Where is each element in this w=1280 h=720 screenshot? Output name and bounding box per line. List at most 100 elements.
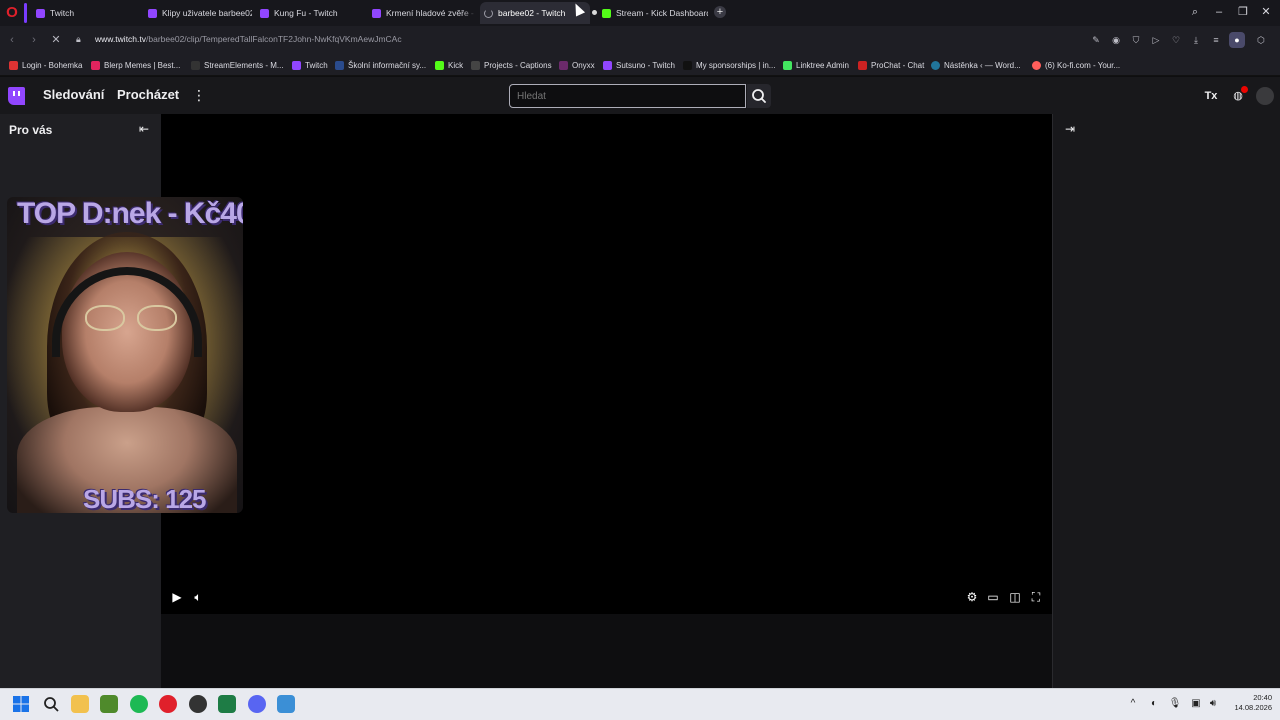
url-field[interactable]: www.twitch.tv/barbee02/clip/TemperedTall…	[95, 34, 402, 44]
bookmark-item[interactable]: Kick	[435, 59, 463, 71]
bookmark-favicon-icon	[1032, 60, 1041, 70]
forward-icon[interactable]: ›	[27, 33, 41, 47]
bookmark-item[interactable]: Školní informační sy...	[335, 59, 426, 71]
address-bar-row: ‹ › ✕ 🔒︎ www.twitch.tv/barbee02/clip/Tem…	[0, 26, 1280, 54]
bookmark-label: Login - Bohemka	[22, 60, 83, 70]
translate-icon[interactable]: Tx	[1203, 88, 1219, 104]
bookmark-item[interactable]: Twitch	[292, 59, 328, 71]
notification-badge	[1241, 86, 1248, 93]
sidebar-toggle-icon[interactable]: ◫	[1008, 590, 1022, 604]
avatar[interactable]	[1256, 87, 1274, 105]
minimize-icon[interactable]: –	[1212, 5, 1226, 19]
profile-icon[interactable]: ●	[1229, 32, 1245, 48]
twitch-logo-icon[interactable]	[8, 87, 25, 105]
heart-icon[interactable]: ♡	[1170, 34, 1182, 46]
bookmark-item[interactable]: (6) Ko-fi.com - Your...	[1032, 59, 1120, 71]
bookmark-label: My sponsorships | in...	[696, 60, 776, 70]
camera-icon[interactable]: ◉	[1110, 34, 1122, 46]
expand-panel-icon[interactable]: ⇥	[1063, 122, 1077, 136]
audio-indicator-icon	[592, 10, 597, 15]
bookmark-item[interactable]: Onyxx	[559, 59, 595, 71]
discord-icon[interactable]	[248, 695, 266, 713]
volume-icon[interactable]: 🔈︎	[191, 590, 205, 604]
bookmark-item[interactable]: Linktree Admin	[783, 59, 849, 71]
twitch-icon	[372, 8, 381, 18]
volume-icon[interactable]: 🔊︎	[1206, 697, 1220, 711]
tab-title: Kung Fu - Twitch	[274, 8, 338, 18]
minecraft-icon[interactable]	[100, 695, 118, 713]
tab-clips[interactable]: Klipy uživatele barbee02	[144, 2, 252, 24]
bookmark-item[interactable]: Sutsuno - Twitch	[603, 59, 675, 71]
play-icon[interactable]: ▷	[1150, 34, 1162, 46]
tab-twitch[interactable]: Twitch	[32, 2, 140, 24]
collapse-sidebar-icon[interactable]: ⇤	[137, 122, 151, 136]
bookmark-favicon-icon	[603, 60, 612, 70]
bookmark-item[interactable]: Nástěnka ‹ — Word...	[931, 59, 1021, 71]
restore-icon[interactable]: ❐	[1236, 5, 1250, 19]
fullscreen-icon[interactable]: ⛶	[1029, 590, 1043, 604]
search-icon[interactable]	[42, 695, 60, 713]
url-host: www.twitch.tv	[95, 34, 147, 44]
excel-icon[interactable]	[218, 695, 236, 713]
opera-logo-icon[interactable]: O	[5, 4, 19, 22]
below-video-area	[161, 614, 1052, 688]
opera-icon[interactable]	[159, 695, 177, 713]
play-button-icon[interactable]: ▶	[170, 590, 184, 604]
url-path: /barbee02/clip/TemperedTallFalconTF2John…	[146, 34, 402, 44]
edit-icon[interactable]: ✎	[1090, 34, 1102, 46]
bookmark-label: Twitch	[305, 60, 328, 70]
extensions-icon[interactable]: ⬡	[1255, 34, 1267, 46]
theatre-mode-icon[interactable]: ▭	[986, 590, 1000, 604]
twitch-icon	[36, 8, 45, 18]
microphone-icon[interactable]: 🎙︎	[1168, 697, 1182, 711]
bookmark-item[interactable]: StreamElements - M...	[191, 59, 284, 71]
chevron-up-icon[interactable]: ^	[1126, 697, 1140, 711]
nav-following[interactable]: Sledování	[43, 87, 104, 102]
bookmark-favicon-icon	[191, 60, 200, 70]
search-tabs-icon[interactable]: ⌕	[1188, 5, 1202, 19]
clock-date: 14.08.2026	[1234, 703, 1272, 712]
bookmark-item[interactable]: Blerp Memes | Best...	[91, 59, 180, 71]
taskbar-clock[interactable]: 20:40 14.08.2026	[1228, 693, 1272, 713]
tab-kung-fu[interactable]: Kung Fu - Twitch	[256, 2, 364, 24]
file-explorer-icon[interactable]	[71, 695, 89, 713]
windows-start-icon[interactable]	[12, 695, 30, 713]
bookmark-label: Kick	[448, 60, 464, 70]
bookmark-item[interactable]: Projects - Captions	[471, 59, 552, 71]
display-icon[interactable]: ▣	[1189, 697, 1203, 711]
new-tab-button[interactable]: +	[714, 6, 726, 18]
bookmark-favicon-icon	[335, 60, 344, 70]
obs-icon[interactable]	[189, 695, 207, 713]
bookmark-favicon-icon	[91, 60, 100, 70]
menu-icon[interactable]: ≡	[1210, 34, 1222, 46]
tab-kick-dashboard[interactable]: Stream - Kick Dashboard	[598, 2, 708, 24]
tab-title: Klipy uživatele barbee02	[162, 8, 252, 18]
spotify-icon[interactable]	[130, 695, 148, 713]
bookmark-item[interactable]: My sponsorships | in...	[683, 59, 775, 71]
bookmark-favicon-icon	[9, 60, 18, 70]
bookmark-item[interactable]: Login - Bohemka	[9, 59, 82, 71]
bookmark-favicon-icon	[292, 60, 301, 70]
tab-title: Stream - Kick Dashboard	[616, 8, 708, 18]
sidebar-title: Pro vás	[9, 123, 53, 137]
steam-icon[interactable]: ◐	[1147, 697, 1161, 711]
bookmarks-bar: Login - Bohemka Blerp Memes | Best... St…	[0, 54, 1280, 76]
search-button[interactable]	[747, 84, 771, 108]
more-options-icon[interactable]: ⋮	[192, 87, 206, 103]
overlay-top-text: TOP D:nek - Kč40	[17, 197, 243, 230]
bookmark-favicon-icon	[435, 60, 444, 70]
nav-browse[interactable]: Procházet	[117, 87, 179, 102]
shield-icon[interactable]: ⛉	[1130, 34, 1142, 46]
back-icon[interactable]: ‹	[5, 33, 19, 47]
video-player[interactable]	[161, 114, 1052, 614]
close-icon[interactable]: ✕	[1259, 5, 1273, 19]
bookmark-favicon-icon	[858, 60, 867, 70]
bookmark-label: Linktree Admin	[796, 60, 849, 70]
tab-krmeni[interactable]: Krmení hladové zvěře - Tw	[368, 2, 476, 24]
download-icon[interactable]: ⤓	[1190, 34, 1202, 46]
settings-gear-icon[interactable]: ⚙	[965, 590, 979, 604]
stop-loading-icon[interactable]: ✕	[49, 33, 63, 47]
search-input[interactable]	[509, 84, 746, 108]
photos-icon[interactable]	[277, 695, 295, 713]
bookmark-item[interactable]: ProChat - Chat	[858, 59, 924, 71]
